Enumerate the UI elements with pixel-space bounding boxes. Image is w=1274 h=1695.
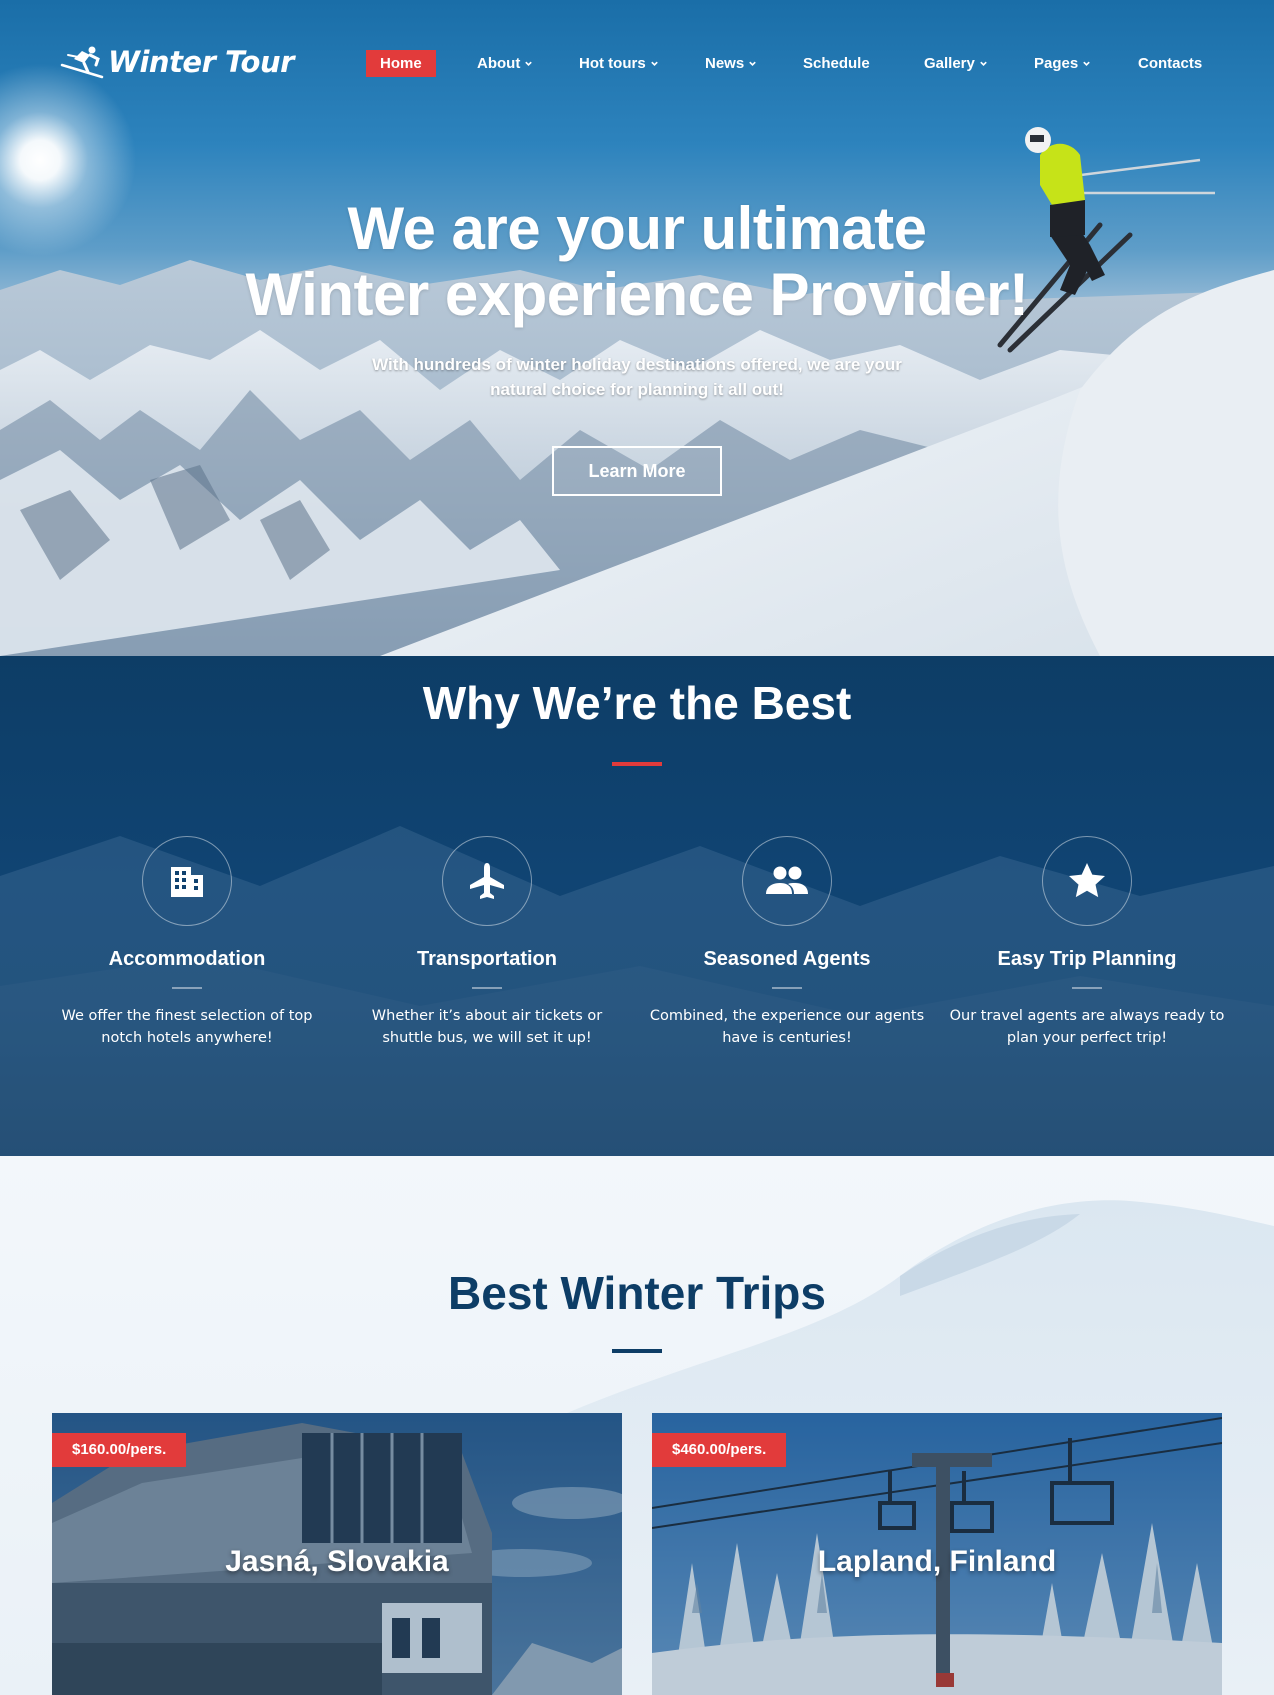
trip-card-lapland[interactable]: $460.00/pers. Lapland, Finland	[652, 1413, 1222, 1695]
hero-section: Winter Tour Home About Hot tours News Sc…	[0, 0, 1274, 656]
trip-card-title[interactable]: Jasná, Slovakia	[52, 1545, 622, 1579]
title-divider	[612, 1349, 662, 1353]
nav-gallery[interactable]: Gallery	[924, 50, 988, 77]
learn-more-button[interactable]: Learn More	[552, 446, 722, 496]
feature-divider	[1072, 987, 1102, 989]
chevron-down-icon	[1083, 61, 1090, 66]
feature-icon-circle	[742, 836, 832, 926]
why-best-section: Why We’re the Best Accommodation We offe…	[0, 656, 1274, 1156]
nav-hot-tours-label: Hot tours	[579, 55, 646, 72]
trip-card-title[interactable]: Lapland, Finland	[652, 1545, 1222, 1579]
feature-transportation: Transportation Whether it’s about air ti…	[347, 836, 627, 1049]
feature-divider	[772, 987, 802, 989]
feature-text: Whether it’s about air tickets or shuttl…	[371, 1008, 603, 1046]
feature-title: Transportation	[416, 948, 557, 970]
feature-accommodation: Accommodation We offer the finest select…	[47, 836, 327, 1049]
building-icon	[171, 867, 203, 897]
chevron-down-icon	[749, 61, 756, 66]
nav-home[interactable]: Home	[366, 50, 436, 77]
nav-about-label: About	[477, 55, 521, 72]
feature-text: Combined, the experience our agents have…	[649, 1008, 925, 1046]
feature-divider	[172, 987, 202, 989]
nav-schedule[interactable]: Schedule	[803, 50, 870, 77]
airplane-icon	[470, 863, 504, 899]
skier-logo-icon	[60, 46, 104, 79]
title-divider	[612, 762, 662, 766]
navbar: Winter Tour Home About Hot tours News Sc…	[0, 40, 1274, 90]
feature-icon-circle	[1042, 836, 1132, 926]
chevron-down-icon	[980, 61, 987, 66]
feature-icon-circle	[442, 836, 532, 926]
price-badge: $160.00/pers.	[52, 1433, 187, 1467]
best-trips-section: Best Winter Trips $160.00/pers. Jasná, S…	[0, 1156, 1274, 1695]
brand-logo[interactable]: Winter Tour	[60, 42, 294, 82]
nav-home-label: Home	[380, 55, 422, 72]
feature-title: Easy Trip Planning	[997, 948, 1177, 970]
hero-title: We are your ultimate Winter experience P…	[0, 196, 1274, 328]
nav-news-label: News	[705, 55, 745, 72]
feature-text: We offer the finest selection of top not…	[61, 1008, 313, 1046]
feature-seasoned-agents: Seasoned Agents Combined, the experience…	[647, 836, 927, 1049]
nav-hot-tours[interactable]: Hot tours	[579, 50, 659, 77]
feature-icon-circle	[142, 836, 232, 926]
trip-card-jasna[interactable]: $160.00/pers. Jasná, Slovakia	[52, 1413, 622, 1695]
nav-schedule-label: Schedule	[803, 55, 870, 72]
feature-title: Accommodation	[108, 948, 266, 970]
hero-title-line-2: Winter experience Provider!	[245, 261, 1029, 328]
nav-about[interactable]: About	[477, 50, 533, 77]
price-badge: $460.00/pers.	[652, 1433, 787, 1467]
star-icon	[1069, 863, 1105, 898]
nav-gallery-label: Gallery	[924, 55, 975, 72]
trips-title: Best Winter Trips	[448, 1267, 826, 1319]
nav-contacts-label: Contacts	[1138, 55, 1203, 72]
nav-contacts[interactable]: Contacts	[1138, 50, 1202, 77]
feature-title: Seasoned Agents	[703, 948, 871, 970]
nav-pages-label: Pages	[1034, 55, 1079, 72]
hero-title-line-1: We are your ultimate	[347, 195, 927, 262]
nav-news[interactable]: News	[705, 50, 757, 77]
chevron-down-icon	[650, 61, 658, 66]
brand-name: Winter Tour	[108, 45, 294, 79]
people-icon	[766, 866, 808, 894]
chevron-down-icon	[525, 61, 533, 66]
feature-easy-trip-planning: Easy Trip Planning Our travel agents are…	[947, 836, 1227, 1049]
why-title: Why We’re the Best	[422, 677, 852, 729]
feature-divider	[472, 987, 502, 989]
nav-pages[interactable]: Pages	[1034, 50, 1091, 77]
hero-subtitle: With hundreds of winter holiday destinat…	[372, 355, 902, 399]
feature-text: Our travel agents are always ready to pl…	[949, 1008, 1225, 1046]
